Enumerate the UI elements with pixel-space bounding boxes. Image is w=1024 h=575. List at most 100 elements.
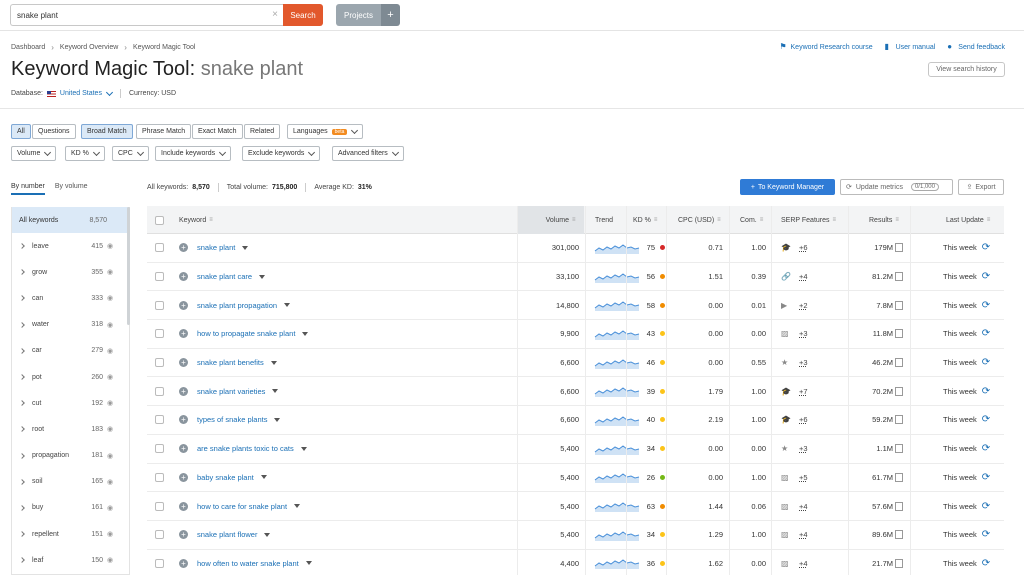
sidebar-group-root[interactable]: root 183 ◉: [12, 416, 129, 442]
sidebar-group-leaf[interactable]: leaf 150 ◉: [12, 547, 129, 573]
col-competition[interactable]: Com. ≡: [740, 206, 766, 234]
serp-snapshot-icon[interactable]: [895, 329, 903, 339]
row-checkbox[interactable]: [155, 300, 164, 310]
tab-related[interactable]: Related: [244, 124, 281, 139]
chevron-down-icon[interactable]: [105, 88, 113, 96]
add-to-list-icon[interactable]: +: [179, 272, 188, 282]
sidebar-group-pot[interactable]: pot 260 ◉: [12, 364, 129, 390]
serp-snapshot-icon[interactable]: [895, 558, 903, 568]
caret-down-icon[interactable]: [270, 360, 277, 365]
keyword-link[interactable]: snake plant: [197, 243, 235, 252]
tab-all[interactable]: All: [11, 124, 31, 139]
row-checkbox[interactable]: [155, 444, 164, 454]
refresh-icon[interactable]: ⟳: [982, 242, 990, 253]
serp-snapshot-icon[interactable]: [895, 444, 903, 454]
serp-more-link[interactable]: +4: [799, 559, 808, 568]
caret-down-icon[interactable]: [274, 417, 281, 422]
serp-snapshot-icon[interactable]: [895, 386, 903, 396]
all-keywords-group[interactable]: All keywords 8,570: [12, 207, 129, 233]
chevron-right-icon[interactable]: [19, 478, 25, 485]
add-to-list-icon[interactable]: +: [179, 530, 188, 540]
caret-down-icon[interactable]: [284, 303, 291, 308]
refresh-icon[interactable]: ⟳: [982, 472, 990, 483]
serp-more-link[interactable]: +4: [799, 530, 808, 539]
col-serp-features[interactable]: SERP Features ≡: [781, 206, 839, 234]
add-project-button[interactable]: +: [381, 4, 400, 26]
add-to-list-icon[interactable]: +: [179, 444, 188, 454]
col-kd[interactable]: KD % ≡: [633, 206, 660, 234]
refresh-icon[interactable]: ⟳: [982, 386, 990, 397]
keyword-link[interactable]: how often to water snake plant: [197, 559, 299, 568]
caret-down-icon[interactable]: [305, 561, 312, 566]
eye-icon[interactable]: ◉: [107, 452, 117, 460]
add-to-list-icon[interactable]: +: [179, 386, 188, 396]
sidebar-group-water[interactable]: water 318 ◉: [12, 312, 129, 338]
breadcrumb-keyword-overview[interactable]: Keyword Overview: [60, 44, 118, 51]
chevron-right-icon[interactable]: [19, 348, 25, 354]
serp-snapshot-icon[interactable]: [895, 272, 903, 282]
refresh-icon[interactable]: ⟳: [982, 271, 990, 282]
col-volume[interactable]: Volume ≡: [517, 206, 584, 234]
chevron-right-icon[interactable]: [19, 400, 25, 407]
col-cpc[interactable]: CPC (USD) ≡: [678, 206, 723, 234]
sidebar-scrollbar[interactable]: [127, 207, 130, 325]
serp-more-link[interactable]: +3: [799, 329, 808, 338]
chevron-right-icon[interactable]: [19, 321, 25, 328]
refresh-icon[interactable]: ⟳: [982, 501, 990, 512]
serp-snapshot-icon[interactable]: [895, 358, 903, 368]
keyword-link[interactable]: baby snake plant: [197, 473, 254, 482]
serp-more-link[interactable]: +5: [799, 473, 808, 482]
serp-more-link[interactable]: +2: [799, 301, 808, 310]
keyword-link[interactable]: snake plant care: [197, 272, 252, 281]
chevron-right-icon[interactable]: [19, 269, 25, 276]
row-checkbox[interactable]: [155, 272, 164, 282]
refresh-icon[interactable]: ⟳: [982, 443, 990, 454]
tab-exact-match[interactable]: Exact Match: [192, 124, 243, 139]
add-to-list-icon[interactable]: +: [179, 358, 188, 368]
serp-more-link[interactable]: +7: [799, 387, 808, 396]
serp-snapshot-icon[interactable]: [895, 530, 903, 540]
chevron-right-icon[interactable]: [19, 295, 25, 302]
keyword-link[interactable]: snake plant varieties: [197, 387, 265, 396]
serp-more-link[interactable]: +6: [799, 243, 808, 252]
languages-dropdown[interactable]: Languages beta: [287, 124, 364, 139]
include-keywords-filter[interactable]: Include keywords: [155, 146, 232, 161]
row-checkbox[interactable]: [155, 243, 164, 253]
add-to-list-icon[interactable]: +: [179, 329, 188, 339]
eye-icon[interactable]: ◉: [107, 347, 117, 355]
serp-snapshot-icon[interactable]: [895, 243, 903, 253]
row-checkbox[interactable]: [155, 558, 164, 568]
serp-more-link[interactable]: +3: [799, 444, 808, 453]
sidebar-group-propagation[interactable]: propagation 181 ◉: [12, 443, 129, 469]
chevron-right-icon[interactable]: [19, 452, 25, 459]
col-last-update[interactable]: Last Update ≡: [946, 206, 993, 234]
serp-snapshot-icon[interactable]: [895, 472, 903, 482]
serp-snapshot-icon[interactable]: [895, 501, 903, 511]
chevron-right-icon[interactable]: [19, 531, 25, 537]
caret-down-icon[interactable]: [260, 475, 267, 480]
eye-icon[interactable]: ◉: [107, 242, 117, 250]
serp-more-link[interactable]: +6: [799, 415, 808, 424]
serp-snapshot-icon[interactable]: [895, 300, 903, 310]
row-checkbox[interactable]: [155, 329, 164, 339]
add-to-list-icon[interactable]: +: [179, 415, 188, 425]
add-to-list-icon[interactable]: +: [179, 501, 188, 511]
sidebar-group-leave[interactable]: leave 415 ◉: [12, 233, 129, 259]
caret-down-icon[interactable]: [294, 504, 301, 509]
eye-icon[interactable]: ◉: [107, 504, 117, 512]
col-results[interactable]: Results ≡: [869, 206, 901, 234]
tab-questions[interactable]: Questions: [32, 124, 76, 139]
chevron-right-icon[interactable]: [19, 374, 25, 380]
keyword-link[interactable]: how to care for snake plant: [197, 502, 287, 511]
user-manual-link[interactable]: ▮ User manual: [885, 43, 936, 51]
caret-down-icon[interactable]: [300, 446, 307, 451]
add-to-list-icon[interactable]: +: [179, 243, 188, 253]
row-checkbox[interactable]: [155, 472, 164, 482]
search-button[interactable]: Search: [283, 4, 323, 26]
keyword-link[interactable]: how to propagate snake plant: [197, 329, 295, 338]
breadcrumb-dashboard[interactable]: Dashboard: [11, 44, 45, 51]
keyword-link[interactable]: snake plant benefits: [197, 358, 264, 367]
eye-icon[interactable]: ◉: [107, 294, 117, 302]
caret-down-icon[interactable]: [264, 532, 271, 537]
refresh-icon[interactable]: ⟳: [982, 414, 990, 425]
